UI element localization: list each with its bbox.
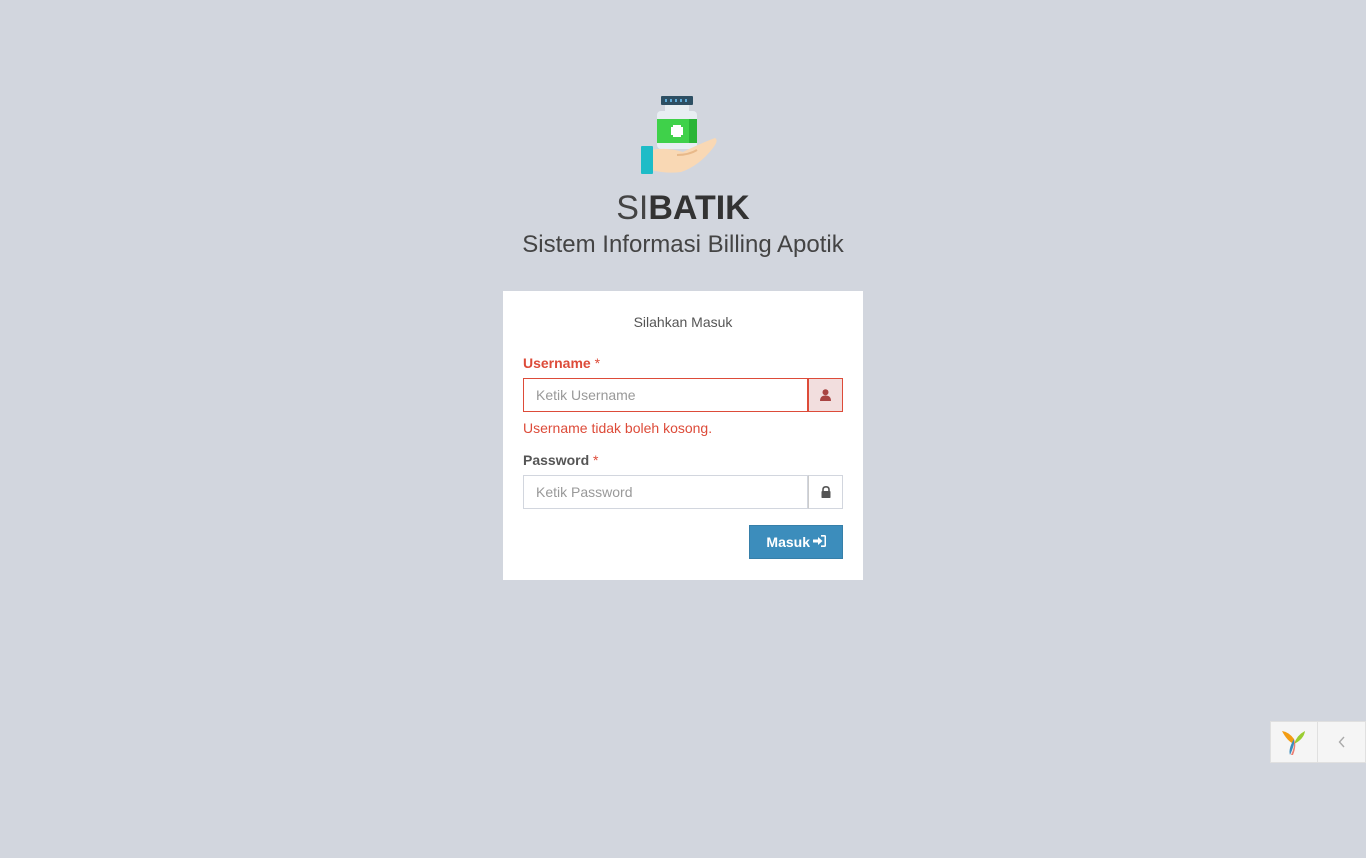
yii-logo-icon[interactable] (1270, 721, 1318, 763)
login-button-label: Masuk (766, 534, 810, 550)
chevron-left-icon[interactable] (1318, 721, 1366, 763)
password-input-row (523, 475, 843, 509)
app-brand: SIBATIK (503, 188, 863, 228)
username-group: Username * Username tidak boleh kosong. (523, 355, 843, 436)
app-subtitle: Sistem Informasi Billing Apotik (522, 231, 844, 258)
password-input[interactable] (523, 475, 808, 509)
required-mark: * (594, 355, 601, 371)
brand-prefix: SI (616, 189, 649, 227)
login-button[interactable]: Masuk (749, 525, 843, 559)
required-mark: * (593, 452, 599, 468)
brand-name: BATIK (648, 189, 750, 227)
username-label-text: Username (523, 355, 591, 371)
password-group: Password * (523, 452, 843, 509)
medicine-bottle-hand-icon (637, 92, 723, 178)
login-box: Silahkan Masuk Username * Username tidak… (503, 291, 863, 580)
password-label: Password * (523, 452, 843, 468)
username-input[interactable] (523, 378, 808, 412)
username-label: Username * (523, 355, 843, 371)
login-message: Silahkan Masuk (633, 314, 733, 330)
sign-in-icon (813, 534, 827, 550)
password-label-text: Password (523, 452, 590, 468)
lock-icon (808, 475, 843, 509)
user-icon (808, 378, 843, 412)
username-input-row (523, 378, 843, 412)
debug-toolbar (1270, 721, 1366, 763)
login-container: SIBATIK Sistem Informasi Billing Apotik … (503, 92, 863, 580)
username-error: Username tidak boleh kosong. (523, 420, 713, 436)
submit-row: Masuk (523, 525, 843, 559)
